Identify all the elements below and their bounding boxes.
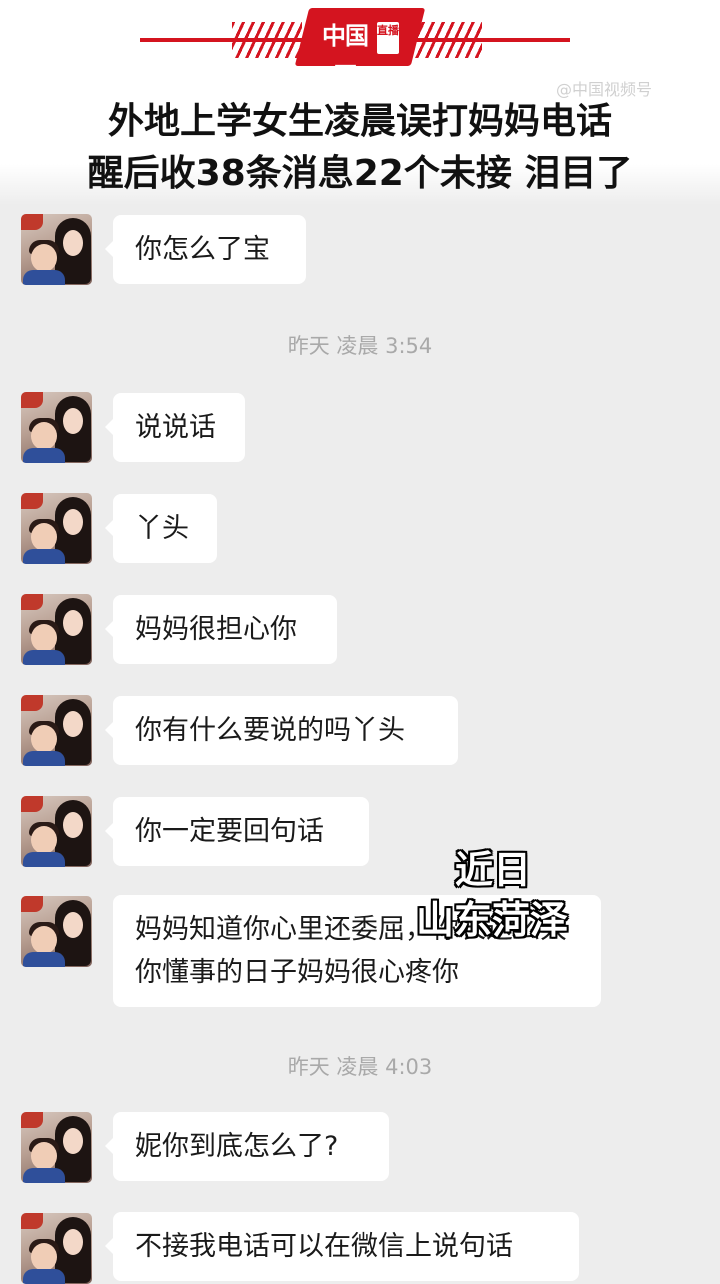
contact-avatar[interactable]	[21, 796, 92, 867]
message-bubble[interactable]: 不接我电话可以在微信上说句话	[105, 1212, 579, 1281]
contact-avatar[interactable]	[21, 392, 92, 463]
avatar-decoration	[21, 695, 43, 711]
message-line: 你懂事的日子妈妈很心疼你	[135, 957, 459, 988]
avatar-face	[31, 523, 57, 551]
contact-avatar[interactable]	[21, 695, 92, 766]
avatar-decoration	[21, 1112, 43, 1128]
avatar-face	[63, 610, 83, 636]
logo-stripes-left	[232, 22, 302, 58]
avatar-decoration	[21, 796, 43, 812]
message-bubble[interactable]: 你一定要回句话	[105, 797, 369, 866]
news-header: 中国网 直播 @中国视频号 外地上学女生凌晨误打妈妈电话 醒后收38条消息22个…	[0, 0, 720, 205]
contact-avatar[interactable]	[21, 493, 92, 564]
avatar-body	[23, 1168, 65, 1183]
avatar-face	[63, 1229, 83, 1255]
avatar-face	[31, 1142, 57, 1170]
avatar-face	[63, 408, 83, 434]
avatar-body	[23, 549, 65, 564]
contact-avatar[interactable]	[21, 214, 92, 285]
avatar-body	[23, 270, 65, 285]
message-timestamp: 昨天 凌晨 4:03	[287, 1055, 433, 1079]
avatar-face	[63, 230, 83, 256]
contact-avatar[interactable]	[21, 1213, 92, 1284]
avatar-decoration	[21, 1213, 43, 1229]
live-badge: 直播	[377, 22, 399, 54]
avatar-face	[63, 711, 83, 737]
contact-avatar[interactable]	[21, 896, 92, 967]
avatar-face	[31, 725, 57, 753]
avatar-face	[31, 624, 57, 652]
contact-avatar[interactable]	[21, 1112, 92, 1183]
channel-logo: 中国网	[322, 21, 369, 90]
avatar-face	[63, 812, 83, 838]
avatar-body	[23, 650, 65, 665]
avatar-body	[23, 952, 65, 967]
avatar-face	[31, 244, 57, 272]
logo-stripes-right	[412, 22, 482, 58]
video-caption-line-1: 近日	[455, 848, 532, 892]
contact-avatar[interactable]	[21, 594, 92, 665]
message-bubble[interactable]: 妈妈很担心你	[105, 595, 337, 664]
avatar-decoration	[21, 214, 43, 230]
avatar-face	[63, 1128, 83, 1154]
message-bubble[interactable]: 说说话	[105, 393, 245, 462]
message-timestamp: 昨天 凌晨 3:54	[287, 334, 433, 358]
avatar-face	[31, 926, 57, 954]
message-bubble[interactable]: 你有什么要说的吗丫头	[105, 696, 458, 765]
avatar-body	[23, 1269, 65, 1284]
avatar-face	[63, 509, 83, 535]
headline-line-2: 醒后收38条消息22个未接 泪目了	[87, 153, 633, 194]
avatar-body	[23, 751, 65, 766]
message-bubble[interactable]: 你怎么了宝	[105, 215, 306, 284]
avatar-decoration	[21, 392, 43, 408]
avatar-face	[31, 826, 57, 854]
watermark: @中国视频号	[556, 80, 653, 99]
headline-line-1: 外地上学女生凌晨误打妈妈电话	[107, 101, 612, 142]
message-bubble[interactable]: 妮你到底怎么了?	[105, 1112, 389, 1181]
avatar-face	[63, 912, 83, 938]
message-bubble[interactable]: 丫头	[105, 494, 217, 563]
avatar-body	[23, 448, 65, 463]
avatar-face	[31, 1243, 57, 1271]
avatar-decoration	[21, 493, 43, 509]
avatar-body	[23, 852, 65, 867]
avatar-face	[31, 422, 57, 450]
video-caption-line-2: 山东菏泽	[416, 898, 569, 942]
avatar-decoration	[21, 896, 43, 912]
avatar-decoration	[21, 594, 43, 610]
